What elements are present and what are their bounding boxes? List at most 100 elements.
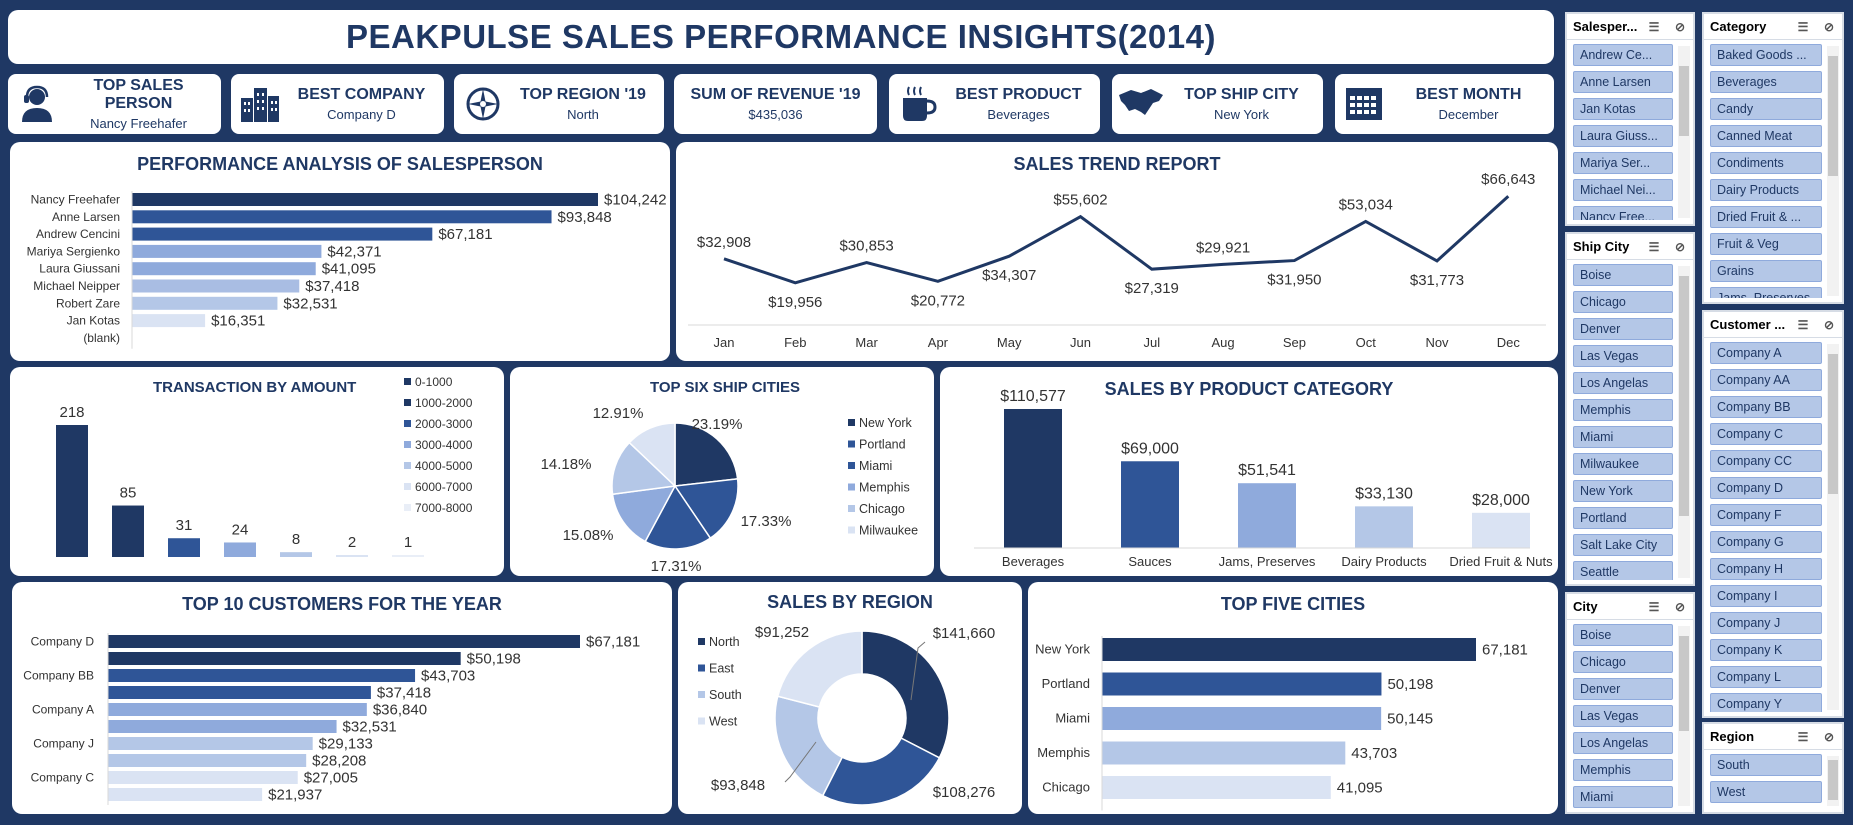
- slicer-item[interactable]: Denver: [1573, 678, 1673, 700]
- slicer-item[interactable]: Salt Lake City: [1573, 534, 1673, 556]
- slicer-item[interactable]: Boise: [1573, 624, 1673, 646]
- bar: [132, 262, 316, 276]
- slicer-item[interactable]: Miami: [1573, 786, 1673, 808]
- multi-select-icon[interactable]: ☰: [1641, 600, 1667, 614]
- slicer-item[interactable]: Fruit & Veg: [1710, 233, 1822, 255]
- legend-swatch: [848, 505, 855, 512]
- slicer-item[interactable]: South: [1710, 754, 1822, 776]
- slicer-ship-city[interactable]: Ship City ☰ ⊘ Boise Chicago Denver Las Vegas L…: [1565, 232, 1695, 586]
- slicer-customer[interactable]: Customer ... ☰ ⊘ Company A Company AA Compan…: [1702, 310, 1844, 718]
- slicer-item[interactable]: Condiments: [1710, 152, 1822, 174]
- slicer-item[interactable]: Candy: [1710, 98, 1822, 120]
- bar: [108, 652, 461, 665]
- slicer-item[interactable]: Company Y: [1710, 693, 1822, 712]
- slicer-item[interactable]: Las Vegas: [1573, 345, 1673, 367]
- salesperson-bar-chart: Nancy Freehafer $104,242 Anne Larsen $93,84…: [27, 191, 667, 349]
- slicer-category[interactable]: Category ☰ ⊘ Baked Goods ... Beverages Candy…: [1702, 12, 1844, 304]
- slicer-item[interactable]: Company D: [1710, 477, 1822, 499]
- tick-label: Nov: [1425, 335, 1449, 350]
- slicer-item[interactable]: Company AA: [1710, 369, 1822, 391]
- clear-filter-icon[interactable]: ⊘: [1667, 600, 1693, 614]
- slicer-item[interactable]: Beverages: [1710, 71, 1822, 93]
- kpi-card-sum-of-revenue: SUM OF REVENUE '19 $435,036: [674, 74, 877, 134]
- clear-filter-icon[interactable]: ⊘: [1816, 730, 1842, 744]
- legend-label: Milwaukee: [859, 524, 918, 538]
- slicer-item[interactable]: Company L: [1710, 666, 1822, 688]
- slicer-item[interactable]: Portland: [1573, 507, 1673, 529]
- slicer-items: Andrew Ce... Anne Larsen Jan Kotas Laura Gi…: [1573, 44, 1673, 220]
- slicer-item[interactable]: Milwaukee: [1573, 453, 1673, 475]
- slicer-item[interactable]: Denver: [1573, 318, 1673, 340]
- multi-select-icon[interactable]: ☰: [1790, 20, 1816, 34]
- slicer-item[interactable]: Anne Larsen: [1573, 71, 1673, 93]
- slicer-item[interactable]: Company J: [1710, 612, 1822, 634]
- slicer-region[interactable]: Region ☰ ⊘ South West: [1702, 722, 1844, 814]
- data-label: 67,181: [1482, 642, 1528, 659]
- slicer-item[interactable]: Company BB: [1710, 396, 1822, 418]
- slicer-items: South West: [1710, 754, 1822, 808]
- slicer-item[interactable]: Miami: [1573, 426, 1673, 448]
- slicer-title: City: [1573, 599, 1598, 614]
- slicer-item[interactable]: Las Vegas: [1573, 705, 1673, 727]
- category-label: Laura Giussani: [39, 262, 120, 276]
- scrollbar[interactable]: [1678, 266, 1690, 578]
- scrollbar[interactable]: [1827, 756, 1839, 806]
- slicer-city[interactable]: City ☰ ⊘ Boise Chicago Denver Las Vegas Los An…: [1565, 592, 1695, 814]
- slicer-item[interactable]: Company G: [1710, 531, 1822, 553]
- scrollbar[interactable]: [1678, 626, 1690, 806]
- slicer-item[interactable]: Company CC: [1710, 450, 1822, 472]
- top-five-cities-bar-chart: New York 67,181 Portland 50,198 Miami 50,145 M…: [1035, 636, 1528, 811]
- slicer-item[interactable]: West: [1710, 781, 1822, 803]
- slicer-item[interactable]: New York: [1573, 480, 1673, 502]
- slicer-item[interactable]: Chicago: [1573, 651, 1673, 673]
- scrollbar[interactable]: [1678, 46, 1690, 218]
- bar: [1102, 672, 1382, 696]
- slicer-item[interactable]: Andrew Ce...: [1573, 44, 1673, 66]
- slicer-item[interactable]: Memphis: [1573, 399, 1673, 421]
- clear-filter-icon[interactable]: ⊘: [1816, 20, 1842, 34]
- slicer-item[interactable]: Dried Fruit & ...: [1710, 206, 1822, 228]
- slicer-item[interactable]: Boise: [1573, 264, 1673, 286]
- multi-select-icon[interactable]: ☰: [1790, 730, 1816, 744]
- slicer-item[interactable]: Canned Meat: [1710, 125, 1822, 147]
- bar: [56, 425, 88, 557]
- slicer-item[interactable]: Baked Goods ...: [1710, 44, 1822, 66]
- slicer-item[interactable]: Jams, Preserves: [1710, 287, 1822, 298]
- legend-label: 4000-5000: [415, 459, 473, 473]
- clear-filter-icon[interactable]: ⊘: [1667, 20, 1693, 34]
- category-label: Company BB: [23, 669, 94, 683]
- slicer-item[interactable]: Los Angelas: [1573, 372, 1673, 394]
- slicer-item[interactable]: Company K: [1710, 639, 1822, 661]
- multi-select-icon[interactable]: ☰: [1641, 20, 1667, 34]
- slicer-item[interactable]: Laura Giuss...: [1573, 125, 1673, 147]
- scrollbar[interactable]: [1827, 344, 1839, 710]
- slicer-item[interactable]: Company H: [1710, 558, 1822, 580]
- slicer-item[interactable]: Jan Kotas: [1573, 98, 1673, 120]
- slicer-item[interactable]: Company F: [1710, 504, 1822, 526]
- category-label: Anne Larsen: [52, 210, 120, 224]
- slicer-item[interactable]: Grains: [1710, 260, 1822, 282]
- slicer-item[interactable]: Michael Nei...: [1573, 179, 1673, 201]
- clear-filter-icon[interactable]: ⊘: [1667, 240, 1693, 254]
- slicer-item[interactable]: Nancy Free...: [1573, 206, 1673, 220]
- clear-filter-icon[interactable]: ⊘: [1816, 318, 1842, 332]
- slicer-item[interactable]: Dairy Products: [1710, 179, 1822, 201]
- slicer-item[interactable]: Company I: [1710, 585, 1822, 607]
- multi-select-icon[interactable]: ☰: [1790, 318, 1816, 332]
- panel-top-five-cities: TOP FIVE CITIES New York 67,181 Portland 50…: [1028, 582, 1558, 814]
- slicer-item[interactable]: Company C: [1710, 423, 1822, 445]
- data-label: $21,937: [268, 787, 322, 804]
- slicer-salesperson[interactable]: Salesper... ☰ ⊘ Andrew Ce... Anne Larsen Jan…: [1565, 12, 1695, 226]
- scrollbar[interactable]: [1827, 46, 1839, 296]
- slicer-item[interactable]: Seattle: [1573, 561, 1673, 580]
- slicer-item[interactable]: Los Angelas: [1573, 732, 1673, 754]
- slicer-item[interactable]: Mariya Ser...: [1573, 152, 1673, 174]
- bar: [1004, 409, 1062, 548]
- slicer-item[interactable]: Company A: [1710, 342, 1822, 364]
- panel-top-customers: TOP 10 CUSTOMERS FOR THE YEAR Company D $…: [12, 582, 672, 814]
- slicer-item[interactable]: Chicago: [1573, 291, 1673, 313]
- multi-select-icon[interactable]: ☰: [1641, 240, 1667, 254]
- bar: [108, 771, 298, 784]
- slicer-item[interactable]: Memphis: [1573, 759, 1673, 781]
- slice: [861, 630, 950, 759]
